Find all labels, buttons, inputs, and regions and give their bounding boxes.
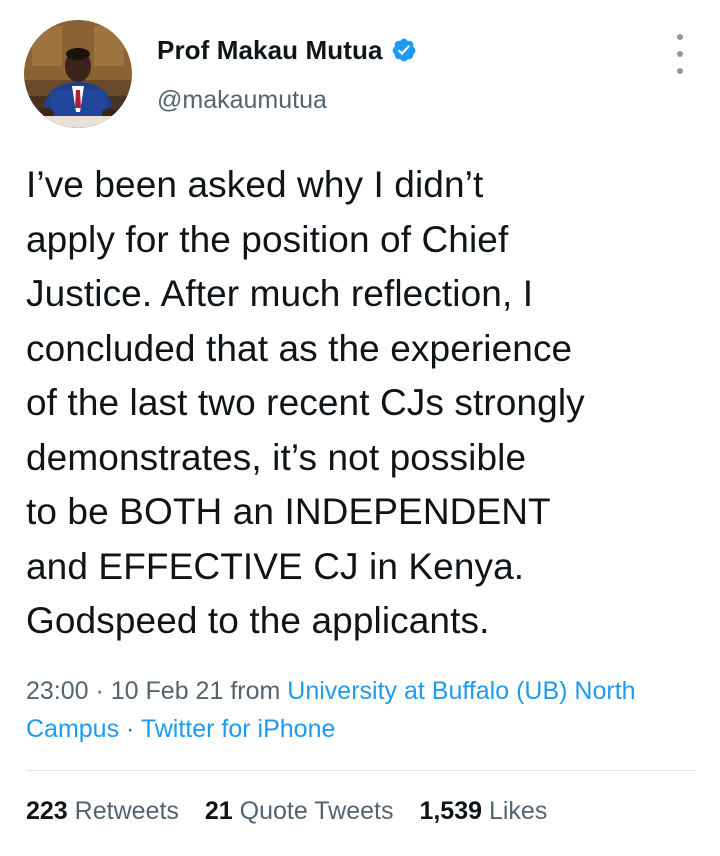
quote-tweets-label: Quote Tweets	[239, 797, 394, 825]
tweet-card: Prof Makau Mutua @makaumutua I’ve been a…	[0, 0, 720, 856]
meta-from-label: from	[223, 677, 288, 705]
tweet-source-link[interactable]: Twitter for iPhone	[141, 715, 336, 743]
meta-separator: ·	[119, 715, 141, 743]
tweet-text: I’ve been asked why I didn’t apply for t…	[26, 164, 585, 641]
engagement-stats: 223 Retweets 21 Quote Tweets 1,539 Likes	[26, 797, 547, 826]
avatar[interactable]	[24, 20, 132, 128]
likes-label: Likes	[488, 797, 548, 825]
divider	[26, 770, 696, 771]
more-options-icon[interactable]	[668, 34, 692, 74]
meta-separator: ·	[88, 677, 111, 705]
verified-badge-icon	[391, 37, 417, 63]
likes-stat[interactable]: 1,539 Likes	[419, 797, 547, 826]
more-dot-icon	[677, 34, 683, 40]
quote-tweets-count: 21	[204, 797, 233, 825]
more-dot-icon	[677, 68, 683, 74]
author-handle[interactable]: @makaumutua	[157, 86, 327, 115]
likes-count: 1,539	[419, 797, 483, 825]
display-name[interactable]: Prof Makau Mutua	[157, 35, 383, 66]
profile-photo	[24, 20, 132, 128]
tweet-time[interactable]: 23:00	[26, 677, 89, 705]
author-name-row: Prof Makau Mutua	[157, 32, 417, 68]
tweet-meta: 23:00 · 10 Feb 21 from University at Buf…	[26, 672, 706, 748]
more-dot-icon	[677, 51, 683, 57]
quote-tweets-stat[interactable]: 21 Quote Tweets	[205, 797, 394, 826]
tweet-date[interactable]: 10 Feb 21	[111, 677, 224, 705]
retweets-stat[interactable]: 223 Retweets	[26, 797, 179, 826]
retweets-label: Retweets	[74, 797, 179, 825]
retweets-count: 223	[26, 797, 68, 825]
